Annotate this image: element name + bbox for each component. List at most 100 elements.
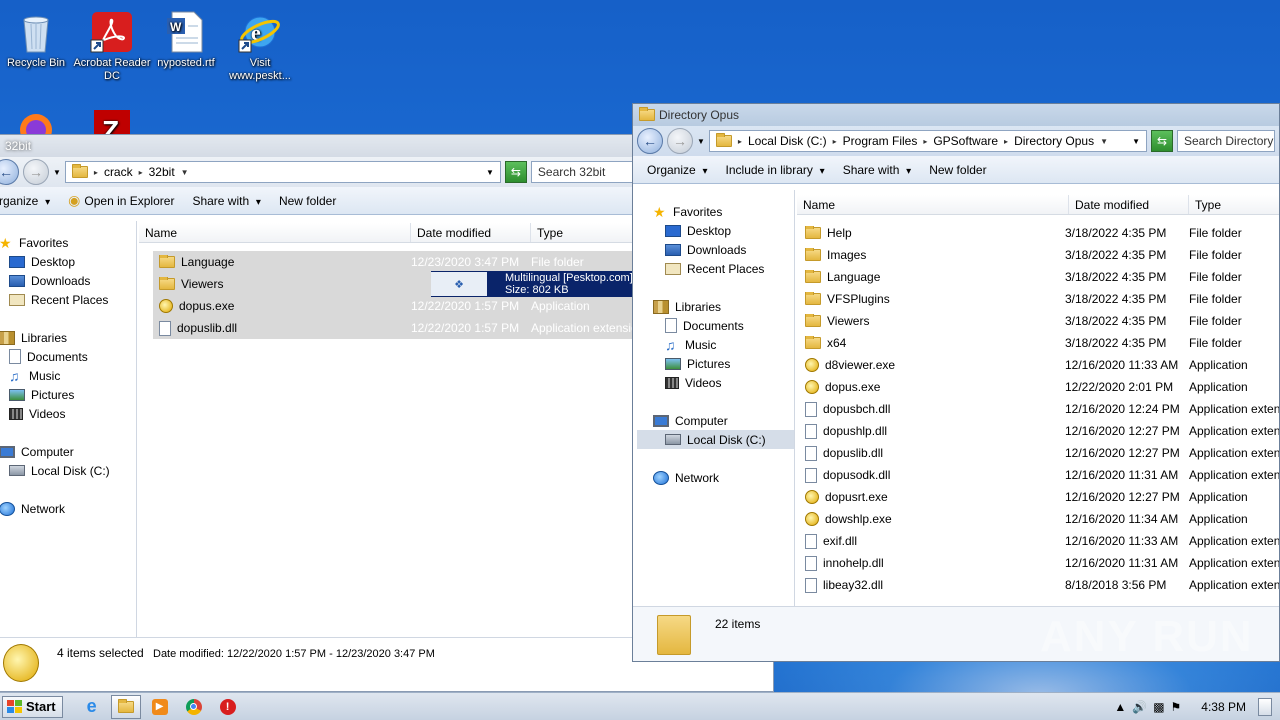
breadcrumb-item[interactable]: Directory Opus (1014, 134, 1094, 148)
new-folder-button[interactable]: New folder (929, 163, 986, 177)
share-with-button[interactable]: Share with (192, 194, 261, 208)
action-center-flag-icon[interactable]: ⚑ (1171, 700, 1182, 714)
column-date-modified[interactable]: Date modified (1069, 195, 1189, 214)
file-row[interactable]: dopuslib.dll 12/22/2020 1:57 PM Applicat… (153, 317, 673, 339)
breadcrumb-item[interactable]: GPSoftware (933, 134, 998, 148)
nav-favorites[interactable]: ★ Favorites (637, 202, 794, 221)
breadcrumb-item[interactable]: crack (104, 165, 133, 179)
nav-downloads[interactable]: Downloads (0, 271, 136, 290)
refresh-button[interactable]: ⇆ (1151, 130, 1173, 152)
file-row[interactable]: innohelp.dll 12/16/2020 11:31 AM Applicati… (805, 552, 1279, 574)
nav-documents[interactable]: Documents (637, 316, 794, 335)
nav-local-disk[interactable]: Local Disk (C:) (0, 461, 136, 480)
clock[interactable]: 4:38 PM (1201, 700, 1246, 714)
nav-desktop[interactable]: Desktop (0, 252, 136, 271)
file-row[interactable]: dopusodk.dll 12/16/2020 11:31 AM Applicati… (805, 464, 1279, 486)
nav-label: Desktop (687, 223, 732, 238)
nav-music[interactable]: ♫ Music (0, 366, 136, 385)
desktop-icon-label: Acrobat Reader DC (73, 57, 151, 82)
breadcrumb-item[interactable]: 32bit (149, 165, 175, 179)
file-row[interactable]: Help 3/18/2022 4:35 PM File folder (805, 222, 1279, 244)
column-type[interactable]: Type (1189, 195, 1279, 214)
nav-downloads[interactable]: Downloads (637, 240, 794, 259)
desktop-icon-visit-pesktop[interactable]: e Visit www.peskt... (220, 4, 300, 83)
file-row[interactable]: dopusrt.exe 12/16/2020 12:27 PM Applicatio… (805, 486, 1279, 508)
back-button[interactable]: ← (637, 128, 663, 154)
file-row[interactable]: dopuslib.dll 12/16/2020 12:27 PM Applicati… (805, 442, 1279, 464)
address-history-dropdown-icon[interactable]: ▼ (486, 168, 494, 177)
file-row[interactable]: Language 12/23/2020 3:47 PM File folder (153, 251, 673, 273)
breadcrumb-item[interactable]: Program Files (843, 134, 918, 148)
title-bar[interactable]: Directory Opus (633, 104, 1279, 126)
file-row[interactable]: Viewers 3/18/2022 4:35 PM File folder (805, 310, 1279, 332)
breadcrumb-item[interactable]: Local Disk (C:) (748, 134, 827, 148)
search-input[interactable]: Search Directory O (1177, 130, 1275, 152)
nav-pictures[interactable]: Pictures (637, 354, 794, 373)
file-row[interactable]: dopus.exe 12/22/2020 2:01 PM Application (805, 376, 1279, 398)
file-row[interactable]: exif.dll 12/16/2020 11:33 AM Application e… (805, 530, 1279, 552)
taskbar-media-player[interactable]: ▶ (145, 695, 175, 719)
file-row[interactable]: libeay32.dll 8/18/2018 3:56 PM Application… (805, 574, 1279, 596)
taskbar-windows-explorer[interactable] (110, 694, 141, 719)
nav-libraries[interactable]: Libraries (637, 297, 794, 316)
column-name[interactable]: Name (797, 195, 1069, 214)
network-status-icon[interactable]: ▩ (1153, 700, 1164, 714)
nav-network[interactable]: Network (637, 468, 794, 487)
taskbar-internet-explorer[interactable]: e (77, 695, 107, 719)
file-row[interactable]: dowshlp.exe 12/16/2020 11:34 AM Applicatio… (805, 508, 1279, 530)
nav-network[interactable]: Network (0, 499, 136, 518)
nav-videos[interactable]: Videos (0, 404, 136, 423)
file-row[interactable]: dopusbch.dll 12/16/2020 12:24 PM Applicati… (805, 398, 1279, 420)
file-row[interactable]: Language 3/18/2022 4:35 PM File folder (805, 266, 1279, 288)
nav-music[interactable]: ♫ Music (637, 335, 794, 354)
nav-desktop[interactable]: Desktop (637, 221, 794, 240)
column-name[interactable]: Name (139, 223, 411, 242)
file-row[interactable]: dopushlp.dll 12/16/2020 12:27 PM Applicati… (805, 420, 1279, 442)
open-in-explorer-button[interactable]: ◉ Open in Explorer (68, 192, 174, 209)
share-with-button[interactable]: Share with (843, 163, 912, 177)
file-row[interactable]: VFSPlugins 3/18/2022 4:35 PM File folder (805, 288, 1279, 310)
file-row[interactable]: x64 3/18/2022 4:35 PM File folder (805, 332, 1279, 354)
include-in-library-button[interactable]: Include in library (726, 163, 825, 177)
nav-favorites[interactable]: ★ Favorites (0, 233, 136, 252)
nav-documents[interactable]: Documents (0, 347, 136, 366)
computer-icon (0, 445, 15, 458)
organize-button[interactable]: Organize (647, 163, 708, 177)
nav-videos[interactable]: Videos (637, 373, 794, 392)
back-button[interactable]: ← (0, 159, 19, 185)
desktop-icon-acrobat[interactable]: Acrobat Reader DC (72, 4, 152, 83)
organize-button[interactable]: rganize (0, 194, 50, 208)
show-hidden-icons-icon[interactable]: ▲ (1114, 700, 1126, 714)
folder-icon (805, 226, 821, 239)
show-desktop-icon[interactable] (1258, 697, 1272, 716)
desktop-icon-nyposted[interactable]: W nyposted.rtf (146, 4, 226, 70)
refresh-button[interactable]: ⇆ (504, 161, 527, 183)
nav-computer[interactable]: Computer (0, 442, 136, 461)
breadcrumb[interactable]: ▸ Local Disk (C:) ▸ Program Files ▸ GPSo… (708, 130, 1147, 152)
nav-computer[interactable]: Computer (637, 411, 794, 430)
file-row[interactable]: dopus.exe 12/22/2020 1:57 PM Application (153, 295, 673, 317)
volume-icon[interactable]: 🔊 (1132, 700, 1147, 714)
forward-button[interactable]: → (667, 128, 693, 154)
nav-pictures[interactable]: Pictures (0, 385, 136, 404)
chevron-down-icon[interactable]: ▼ (1100, 137, 1108, 146)
file-row[interactable]: Images 3/18/2022 4:35 PM File folder (805, 244, 1279, 266)
nav-recent-places[interactable]: Recent Places (637, 259, 794, 278)
forward-button[interactable]: → (23, 159, 49, 185)
chevron-down-icon[interactable]: ▼ (181, 168, 189, 177)
nav-libraries[interactable]: Libraries (0, 328, 136, 347)
taskbar-security-app[interactable]: ! (213, 695, 243, 719)
nav-local-disk[interactable]: Local Disk (C:) (637, 430, 794, 449)
desktop-icon-recycle-bin[interactable]: Recycle Bin (0, 4, 76, 70)
folder-icon (805, 270, 821, 283)
breadcrumb[interactable]: ▸ crack ▸ 32bit ▼ ▼ (64, 161, 501, 183)
start-button[interactable]: Start (2, 695, 63, 718)
taskbar-chrome[interactable] (179, 695, 209, 719)
file-row[interactable]: d8viewer.exe 12/16/2020 11:33 AM Applicati… (805, 354, 1279, 376)
new-folder-button[interactable]: New folder (279, 194, 336, 208)
recent-pages-dropdown-icon[interactable]: ▼ (697, 137, 705, 146)
column-date-modified[interactable]: Date modified (411, 223, 531, 242)
nav-recent-places[interactable]: Recent Places (0, 290, 136, 309)
recent-pages-dropdown-icon[interactable]: ▼ (53, 168, 61, 177)
address-history-dropdown-icon[interactable]: ▼ (1132, 137, 1140, 146)
